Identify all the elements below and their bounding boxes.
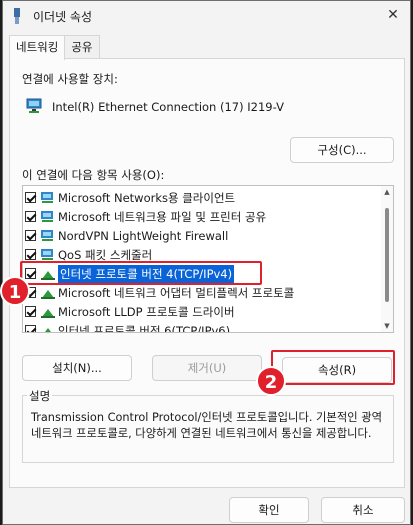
scroll-down-icon[interactable]: ▼ (383, 322, 391, 330)
description-group: 설명 Transmission Control Protocol/인터넷 프로토… (22, 388, 394, 463)
checkbox[interactable] (25, 306, 36, 317)
checkbox[interactable] (25, 230, 36, 241)
annotation-badge-1: 1 (0, 276, 30, 306)
checkbox[interactable] (25, 249, 36, 260)
list-item[interactable]: NordVPN LightWeight Firewall (25, 226, 228, 245)
item-label: 인터넷 프로토콜 버전 6(TCP/IPv6) (58, 323, 231, 333)
remove-button[interactable]: 제거(U) (152, 355, 262, 381)
list-item[interactable]: Microsoft 네트워크 어댑터 멀티플렉서 프로토콜 (25, 283, 294, 302)
highlight-properties-button (271, 350, 395, 385)
device-name: Intel(R) Ethernet Connection (17) I219-V (52, 100, 284, 114)
checkbox[interactable] (25, 325, 36, 332)
components-list[interactable]: Microsoft Networks용 클라이언트 Microsoft 네트워크… (22, 185, 394, 333)
install-button[interactable]: 설치(N)... (22, 355, 132, 381)
item-label: NordVPN LightWeight Firewall (58, 228, 229, 243)
network-client-icon (40, 191, 56, 205)
item-label: Microsoft LLDP 프로토콜 드라이버 (58, 304, 235, 319)
description-text: Transmission Control Protocol/인터넷 프로토콜입니… (31, 411, 382, 440)
scroll-up-icon[interactable]: ▲ (383, 188, 391, 196)
network-service-icon (40, 248, 56, 262)
configure-button[interactable]: 구성(C)... (290, 137, 394, 163)
title-bar: 이더넷 속성 ✕ (3, 1, 410, 31)
window-title: 이더넷 속성 (33, 9, 93, 24)
cancel-button[interactable]: 취소 (321, 497, 405, 523)
network-service-icon (40, 229, 56, 243)
network-adapter-icon (26, 98, 44, 117)
list-item[interactable]: Microsoft Networks용 클라이언트 (25, 188, 235, 207)
protocol-icon (40, 286, 56, 300)
list-item[interactable]: Microsoft LLDP 프로토콜 드라이버 (25, 302, 235, 321)
tab-networking[interactable]: 네트워킹 (9, 35, 66, 60)
items-label: 이 연결에 다음 항목 사용(O): (22, 168, 165, 182)
close-icon[interactable]: ✕ (384, 6, 402, 24)
network-share-icon (40, 210, 56, 224)
device-field: Intel(R) Ethernet Connection (17) I219-V (22, 89, 394, 125)
highlight-ipv4-item (20, 261, 262, 285)
checkbox[interactable] (25, 211, 36, 222)
list-item[interactable]: 인터넷 프로토콜 버전 6(TCP/IPv6) (25, 321, 231, 333)
description-title: 설명 (27, 388, 53, 404)
checkbox[interactable] (25, 192, 36, 203)
item-label: Microsoft 네트워크용 파일 및 프린터 공유 (58, 209, 267, 224)
list-item[interactable]: Microsoft 네트워크용 파일 및 프린터 공유 (25, 207, 266, 226)
tab-strip: 네트워킹 공유 (9, 35, 100, 60)
scroll-thumb[interactable] (385, 208, 389, 302)
item-label: Microsoft Networks용 클라이언트 (58, 190, 236, 205)
ok-button[interactable]: 확인 (229, 497, 309, 523)
tab-sharing[interactable]: 공유 (64, 35, 100, 59)
connect-using-label: 연결에 사용할 장치: (22, 72, 118, 86)
list-scrollbar[interactable]: ▲ ▼ (381, 186, 393, 332)
ethernet-icon (11, 8, 23, 24)
item-label: Microsoft 네트워크 어댑터 멀티플렉서 프로토콜 (58, 285, 295, 300)
annotation-badge-2: 2 (256, 366, 286, 396)
protocol-icon (40, 305, 56, 319)
protocol-icon (40, 324, 56, 332)
